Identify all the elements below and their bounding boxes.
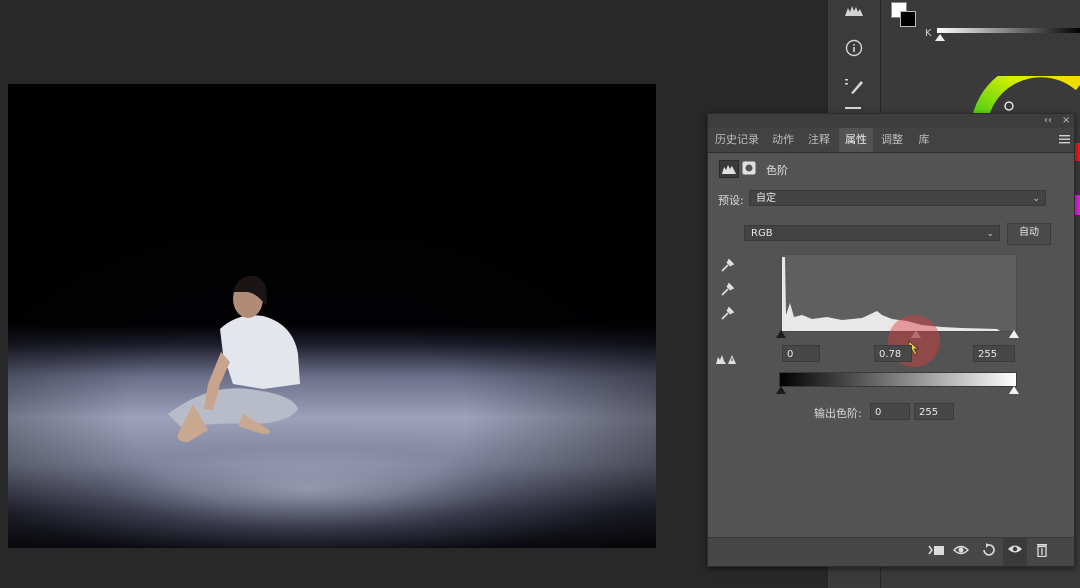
chevron-down-icon: ⌄ — [986, 229, 994, 239]
output-black-field[interactable]: 0 — [870, 403, 910, 420]
brush-presets-icon[interactable] — [842, 76, 866, 98]
input-black-slider[interactable] — [776, 330, 786, 338]
reset-icon[interactable] — [980, 543, 996, 561]
tab-history[interactable]: 历史记录 — [710, 128, 764, 152]
levels-icon[interactable] — [719, 160, 739, 178]
input-black-field[interactable]: 0 — [782, 345, 820, 362]
channel-letter: K — [925, 28, 932, 39]
k-slider[interactable] — [937, 28, 1080, 33]
output-label: 输出色阶: — [814, 407, 862, 420]
input-white-field[interactable]: 255 — [973, 345, 1015, 362]
visibility-icon[interactable] — [1003, 538, 1027, 566]
properties-panel: ‹‹ × 历史记录 动作 注释 属性 调整 库 色阶 预设: 自定 ⌄ RGB … — [707, 113, 1075, 567]
panel-title: 色阶 — [766, 164, 788, 177]
tab-adjustments[interactable]: 调整 — [875, 128, 909, 152]
input-gamma-field[interactable]: 0.78 — [874, 345, 912, 362]
output-white-field[interactable]: 255 — [914, 403, 954, 420]
auto-button[interactable]: 自动 — [1007, 223, 1051, 245]
mask-icon[interactable] — [742, 161, 756, 175]
view-previous-icon[interactable] — [952, 543, 972, 561]
channel-dropdown[interactable]: RGB ⌄ — [744, 225, 1000, 241]
panel-bottom-bar — [708, 537, 1074, 566]
eyedropper-gray-icon[interactable] — [719, 281, 735, 300]
close-button[interactable]: × — [1062, 114, 1070, 128]
input-white-slider[interactable] — [1009, 330, 1019, 338]
output-white-slider[interactable] — [1009, 386, 1019, 394]
collapse-button[interactable]: ‹‹ — [1044, 114, 1052, 128]
preset-value: 自定 — [756, 193, 776, 204]
preset-dropdown[interactable]: 自定 ⌄ — [749, 190, 1046, 206]
panel-tabs: 历史记录 动作 注释 属性 调整 库 — [708, 128, 1074, 153]
tab-libraries[interactable]: 库 — [911, 128, 937, 152]
eyedropper-black-icon[interactable] — [719, 257, 735, 276]
chevron-down-icon: ⌄ — [1032, 194, 1040, 204]
output-black-slider[interactable] — [776, 386, 786, 394]
clip-to-layer-icon[interactable] — [928, 543, 946, 561]
tab-actions[interactable]: 动作 — [766, 128, 800, 152]
panel-titlebar: ‹‹ × — [708, 114, 1074, 128]
wheel-magenta-edge — [1075, 195, 1080, 215]
background-swatch[interactable] — [900, 11, 916, 27]
wheel-red-edge — [1075, 143, 1080, 161]
preset-label: 预设: — [718, 194, 744, 207]
output-gradient — [779, 372, 1017, 387]
tab-properties[interactable]: 属性 — [839, 128, 873, 152]
trash-icon[interactable] — [1035, 543, 1049, 561]
k-slider-thumb[interactable] — [935, 34, 945, 41]
clip-warning-icon[interactable] — [715, 352, 737, 369]
channel-value: RGB — [751, 228, 773, 239]
eyedropper-white-icon[interactable] — [719, 305, 735, 324]
info-icon[interactable] — [842, 38, 866, 60]
canvas-image[interactable] — [8, 84, 656, 548]
histogram-icon[interactable] — [842, 2, 866, 24]
tab-notes[interactable]: 注释 — [802, 128, 836, 152]
panel-menu-icon[interactable] — [1059, 134, 1070, 147]
figure-seated — [168, 275, 300, 442]
